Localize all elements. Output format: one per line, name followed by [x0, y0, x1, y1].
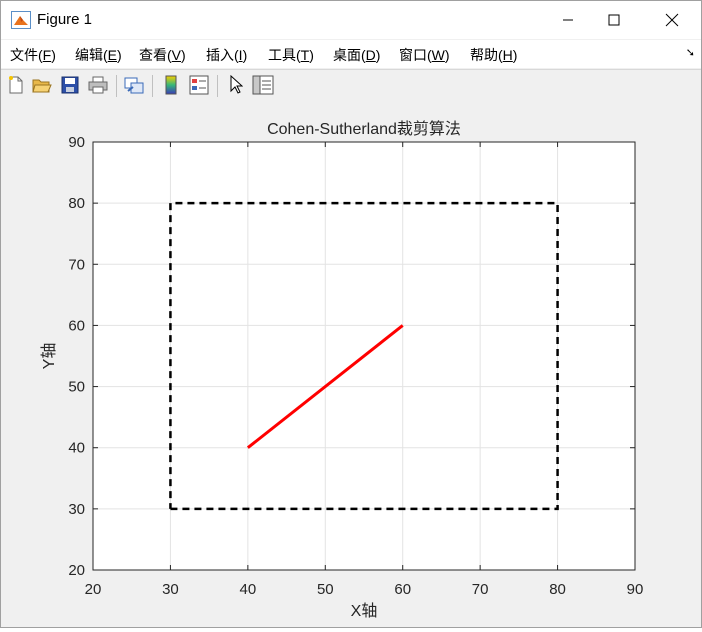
chart-title: Cohen-Sutherland裁剪算法 — [267, 119, 461, 138]
maximize-icon — [608, 14, 620, 26]
y-tick-label: 80 — [68, 195, 85, 212]
x-tick-label: 60 — [394, 581, 411, 598]
save-button[interactable] — [59, 74, 81, 96]
y-tick-label: 50 — [68, 379, 85, 396]
open-file-icon — [32, 79, 52, 93]
y-axis-label: Y轴 — [40, 343, 58, 370]
insert-colorbar-icon — [165, 75, 177, 95]
x-tick-label: 80 — [549, 581, 566, 598]
menu-window[interactable]: 窗口(W) — [399, 45, 450, 65]
menu-help[interactable]: 帮助(H) — [470, 45, 517, 65]
menu-insert[interactable]: 插入(I) — [206, 45, 247, 65]
y-tick-label: 70 — [68, 256, 85, 273]
new-figure-button[interactable] — [5, 74, 27, 96]
y-tick-label: 90 — [68, 134, 85, 151]
y-tick-label: 30 — [68, 501, 85, 518]
new-figure-icon — [9, 76, 23, 94]
insert-colorbar-button[interactable] — [160, 74, 182, 96]
figure-window: Figure 1 文件(F) 编辑(E) 查看(V) 插入(I) 工具(T) 桌… — [0, 0, 702, 628]
menu-edit[interactable]: 编辑(E) — [75, 45, 122, 65]
insert-legend-icon — [189, 75, 209, 95]
close-button[interactable] — [649, 1, 695, 39]
title-bar[interactable]: Figure 1 — [1, 1, 701, 39]
x-tick-label: 20 — [85, 581, 102, 598]
menu-tools[interactable]: 工具(T) — [268, 45, 314, 65]
figure-area: 20 30 40 50 60 70 80 90 20 30 40 50 60 70 80 90 Cohen-S… — [1, 102, 701, 627]
pointer-icon — [230, 75, 243, 94]
toolbar-separator — [152, 75, 153, 97]
x-axis-label: X轴 — [351, 602, 378, 620]
pointer-button[interactable] — [225, 74, 247, 96]
close-icon — [665, 13, 679, 27]
print-button[interactable] — [87, 74, 109, 96]
y-tick-label: 40 — [68, 440, 85, 457]
menu-bar: 文件(F) 编辑(E) 查看(V) 插入(I) 工具(T) 桌面(D) 窗口(W… — [1, 40, 701, 68]
save-icon — [61, 76, 79, 94]
menu-desktop[interactable]: 桌面(D) — [333, 45, 380, 65]
toolbar-separator — [217, 75, 218, 97]
matlab-logo-icon — [11, 11, 31, 29]
x-tick-label: 50 — [317, 581, 334, 598]
minimize-icon — [563, 19, 573, 21]
maximize-button[interactable] — [591, 1, 637, 39]
y-tick-label: 20 — [68, 562, 85, 579]
x-tick-label: 70 — [472, 581, 489, 598]
print-icon — [88, 76, 108, 94]
link-plot-icon — [124, 77, 144, 94]
plot-canvas[interactable]: 20 30 40 50 60 70 80 90 20 30 40 50 60 70 80 90 Cohen-S… — [1, 102, 701, 627]
window-title: Figure 1 — [37, 11, 93, 28]
x-tick-label: 30 — [162, 581, 179, 598]
property-inspector-button[interactable] — [252, 74, 274, 96]
menu-view[interactable]: 查看(V) — [139, 45, 186, 65]
link-plot-button[interactable] — [123, 74, 145, 96]
insert-legend-button[interactable] — [188, 74, 210, 96]
y-tick-label: 60 — [68, 317, 85, 334]
property-inspector-icon — [252, 75, 274, 95]
x-tick-label: 40 — [240, 581, 257, 598]
x-tick-label: 90 — [627, 581, 644, 598]
dock-arrow-icon[interactable]: ➘ — [686, 46, 695, 59]
minimize-button[interactable] — [545, 1, 591, 39]
open-file-button[interactable] — [31, 74, 53, 96]
menu-file[interactable]: 文件(F) — [10, 45, 56, 65]
toolbar-separator — [116, 75, 117, 97]
figure-toolbar — [1, 69, 701, 103]
